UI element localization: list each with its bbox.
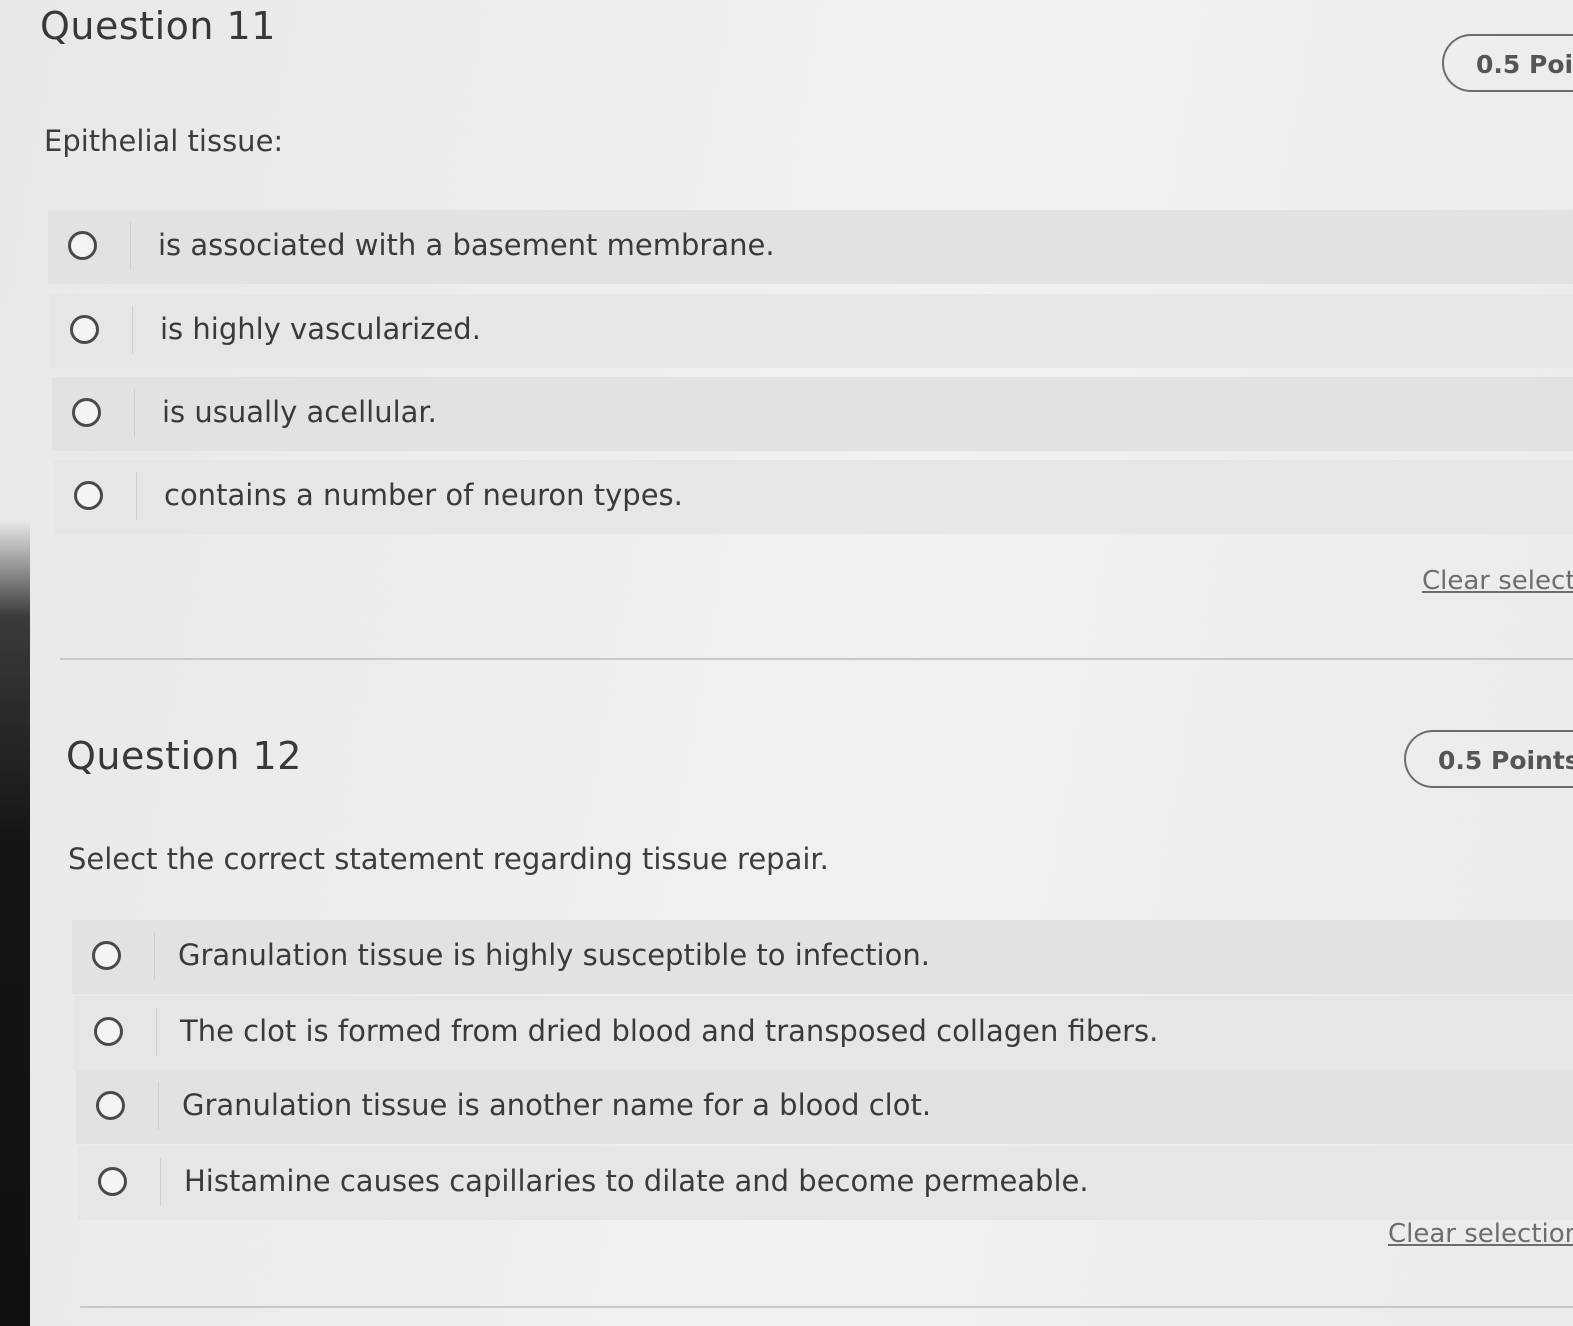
option-divider (130, 222, 131, 270)
question-12-option-2[interactable]: The clot is formed from dried blood and … (74, 996, 1573, 1070)
question-12-option-1[interactable]: Granulation tissue is highly susceptible… (72, 920, 1573, 994)
question-11-prompt: Epithelial tissue: (44, 124, 284, 158)
question-11-option-4[interactable]: contains a number of neuron types. (54, 460, 1573, 534)
radio-button-icon[interactable] (98, 1167, 127, 1196)
option-label: contains a number of neuron types. (164, 478, 683, 512)
option-label: is usually acellular. (162, 395, 437, 429)
question-11-title: Question 11 (40, 4, 276, 48)
option-label: Histamine causes capillaries to dilate a… (184, 1164, 1089, 1198)
question-11-option-2[interactable]: is highly vascularized. (50, 294, 1573, 368)
option-divider (132, 306, 133, 354)
option-divider (154, 932, 155, 980)
section-divider (80, 1306, 1573, 1308)
option-label: The clot is formed from dried blood and … (180, 1014, 1159, 1048)
question-12-title: Question 12 (66, 734, 302, 778)
radio-button-icon[interactable] (70, 315, 99, 344)
option-divider (156, 1008, 157, 1056)
option-label: is associated with a basement membrane. (158, 228, 775, 262)
section-divider (60, 658, 1573, 660)
radio-button-icon[interactable] (74, 481, 103, 510)
radio-button-icon[interactable] (72, 398, 101, 427)
question-11-points-badge: 0.5 Poi (1442, 34, 1573, 92)
option-divider (134, 389, 135, 437)
question-12-prompt: Select the correct statement regarding t… (68, 842, 829, 876)
option-divider (136, 472, 137, 520)
radio-button-icon[interactable] (68, 231, 97, 260)
question-12-option-4[interactable]: Histamine causes capillaries to dilate a… (78, 1146, 1573, 1220)
radio-button-icon[interactable] (94, 1017, 123, 1046)
question-11-option-1[interactable]: is associated with a basement membrane. (48, 210, 1573, 284)
option-divider (160, 1158, 161, 1206)
option-label: is highly vascularized. (160, 312, 481, 346)
radio-button-icon[interactable] (96, 1091, 125, 1120)
question-11-clear-selection-link[interactable]: Clear select (1422, 566, 1573, 596)
screen-bezel (0, 520, 30, 1326)
radio-button-icon[interactable] (92, 941, 121, 970)
question-12-clear-selection-link[interactable]: Clear selection (1388, 1219, 1573, 1249)
option-divider (158, 1082, 159, 1130)
question-12-option-3[interactable]: Granulation tissue is another name for a… (76, 1070, 1573, 1144)
option-label: Granulation tissue is highly susceptible… (178, 938, 930, 972)
option-label: Granulation tissue is another name for a… (182, 1088, 932, 1122)
question-12-points-badge: 0.5 Points (1404, 730, 1573, 788)
question-11-option-3[interactable]: is usually acellular. (52, 377, 1573, 451)
